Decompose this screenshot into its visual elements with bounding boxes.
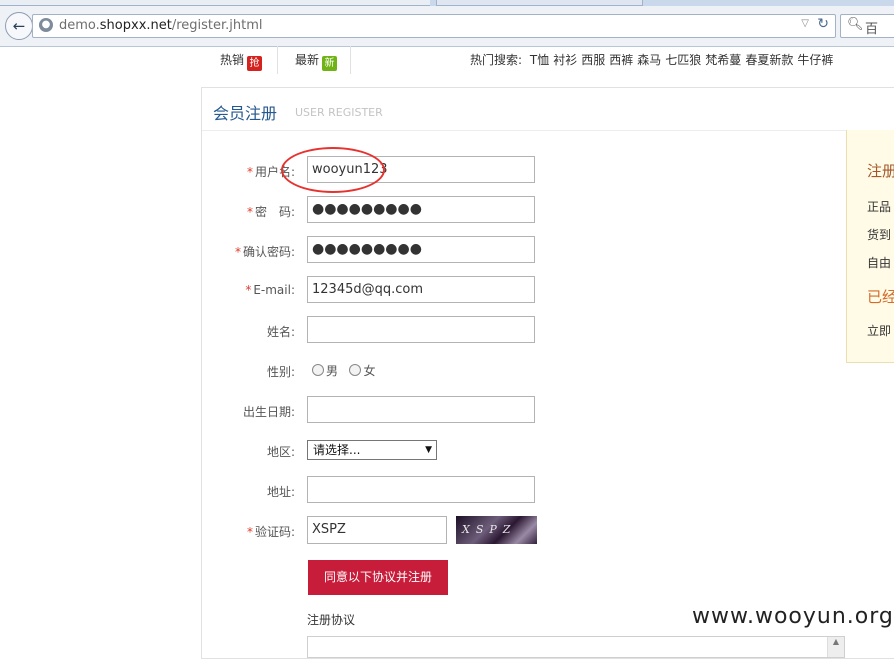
gender-female-label[interactable]: 女 bbox=[363, 364, 375, 378]
email-label-text: E-mail: bbox=[253, 283, 295, 297]
hot-search-term[interactable]: 七匹狼 bbox=[665, 53, 701, 67]
browser-search-box[interactable]: 🔍︎ 百 bbox=[840, 14, 894, 38]
nav-hot-link[interactable]: 热销抢 bbox=[220, 51, 263, 71]
page-title: 会员注册 bbox=[213, 104, 278, 123]
page-subtitle: USER REGISTER bbox=[295, 106, 383, 119]
url-path: /register.jhtml bbox=[171, 18, 263, 33]
hot-search-term[interactable]: T恤 bbox=[530, 53, 549, 67]
nav-divider bbox=[277, 46, 278, 74]
side-line: 正品 bbox=[867, 200, 892, 214]
annotation-circle bbox=[281, 147, 385, 193]
side-line: 货到 bbox=[867, 228, 892, 242]
nav-hot-label: 热销 bbox=[220, 53, 245, 67]
email-label: * E-mail: bbox=[199, 283, 295, 297]
side-info-panel: 注册 正品 货到 自由 已经 立即 bbox=[846, 130, 894, 363]
watermark: www.wooyun.org bbox=[688, 604, 894, 629]
required-mark: * bbox=[246, 205, 253, 219]
agreement-textarea[interactable]: ▲ bbox=[307, 636, 845, 658]
back-arrow-icon: ← bbox=[12, 17, 26, 35]
hot-search-term[interactable]: 森马 bbox=[637, 53, 661, 67]
hot-search-label: 热门搜索: bbox=[470, 53, 523, 67]
hot-search-term[interactable]: 衬衫 bbox=[553, 53, 577, 67]
globe-icon: ● bbox=[39, 18, 53, 32]
side-title-register: 注册 bbox=[867, 162, 894, 180]
captcha-input[interactable]: XSPZ bbox=[307, 516, 447, 544]
agreement-title: 注册协议 bbox=[307, 613, 356, 627]
nav-new-link[interactable]: 最新新 bbox=[295, 51, 338, 71]
gender-male-label[interactable]: 男 bbox=[326, 364, 338, 378]
gender-female-radio[interactable] bbox=[349, 364, 362, 376]
address-label: 地址: bbox=[266, 485, 295, 499]
required-mark: * bbox=[234, 245, 241, 259]
site-nav: 热销抢 最新新 热门搜索: T恤 衬衫 西服 西裤 森马 七匹狼 梵希蔓 春夏新款 牛仔裤 bbox=[200, 46, 894, 74]
hot-search: 热门搜索: T恤 衬衫 西服 西裤 森马 七匹狼 梵希蔓 春夏新款 牛仔裤 bbox=[470, 51, 837, 68]
hot-search-term[interactable]: 梵希蔓 bbox=[705, 53, 741, 67]
url-prefix: demo. bbox=[59, 18, 100, 33]
password-label-text: 密 码: bbox=[254, 205, 295, 219]
captcha-image[interactable]: XSPZ bbox=[456, 516, 537, 544]
register-submit-button[interactable]: 同意以下协议并注册 bbox=[308, 560, 448, 595]
password-label: * 密 码: bbox=[199, 203, 295, 220]
new-badge: 新 bbox=[322, 56, 338, 71]
dropdown-arrow-icon[interactable]: ▽ bbox=[801, 18, 809, 29]
nav-new-label: 最新 bbox=[295, 53, 320, 67]
region-label: 地区: bbox=[266, 445, 295, 459]
required-mark: * bbox=[246, 165, 253, 179]
back-button[interactable]: ← bbox=[5, 12, 33, 40]
browser-toolbar: ← ● demo.shopxx.net/register.jhtml ▽ ↻ 🔍… bbox=[0, 6, 894, 47]
address-input[interactable] bbox=[307, 476, 535, 503]
hot-search-term[interactable]: 西服 bbox=[581, 53, 605, 67]
side-login-link[interactable]: 立即 bbox=[867, 322, 891, 339]
url-domain: shopxx.net bbox=[99, 18, 172, 33]
confirm-password-input[interactable]: ●●●●●●●●● bbox=[307, 236, 535, 263]
required-mark: * bbox=[245, 283, 252, 297]
search-icon: 🔍︎ bbox=[847, 17, 864, 32]
region-select[interactable]: 请选择... ▼ bbox=[307, 440, 437, 460]
required-mark: * bbox=[246, 525, 253, 539]
hot-search-term[interactable]: 春夏新款 bbox=[745, 53, 793, 67]
chevron-down-icon: ▼ bbox=[425, 445, 432, 455]
panel-header: 会员注册 USER REGISTER bbox=[202, 88, 894, 131]
side-line: 自由 bbox=[867, 256, 892, 270]
birth-date-label: 出生日期: bbox=[242, 405, 295, 419]
gender-male-radio[interactable] bbox=[312, 364, 324, 376]
reload-icon[interactable]: ↻ bbox=[817, 16, 829, 32]
hot-search-term[interactable]: 牛仔裤 bbox=[797, 53, 833, 67]
url-text: demo.shopxx.net/register.jhtml bbox=[59, 18, 263, 33]
confirm-password-label-text: 确认密码: bbox=[242, 245, 295, 259]
hot-badge: 抢 bbox=[247, 56, 263, 71]
side-title-existing: 已经 bbox=[867, 288, 894, 306]
birth-date-input[interactable] bbox=[307, 396, 535, 423]
search-placeholder: 百 bbox=[865, 22, 879, 37]
captcha-label-text: 验证码: bbox=[254, 525, 295, 539]
gender-label: 性别: bbox=[266, 365, 295, 379]
nav-divider bbox=[350, 46, 351, 74]
gender-options: 男 女 bbox=[312, 362, 375, 379]
password-input[interactable]: ●●●●●●●●● bbox=[307, 196, 535, 223]
captcha-label: * 验证码: bbox=[199, 523, 295, 540]
scroll-up-icon[interactable]: ▲ bbox=[827, 637, 844, 657]
confirm-password-label: * 确认密码: bbox=[199, 243, 295, 260]
region-select-value: 请选择... bbox=[313, 443, 361, 457]
address-bar[interactable]: ● demo.shopxx.net/register.jhtml ▽ ↻ bbox=[32, 14, 836, 38]
hot-search-term[interactable]: 西裤 bbox=[609, 53, 633, 67]
name-input[interactable] bbox=[307, 316, 535, 343]
name-label: 姓名: bbox=[266, 325, 295, 339]
email-input[interactable]: 12345d@qq.com bbox=[307, 276, 535, 303]
